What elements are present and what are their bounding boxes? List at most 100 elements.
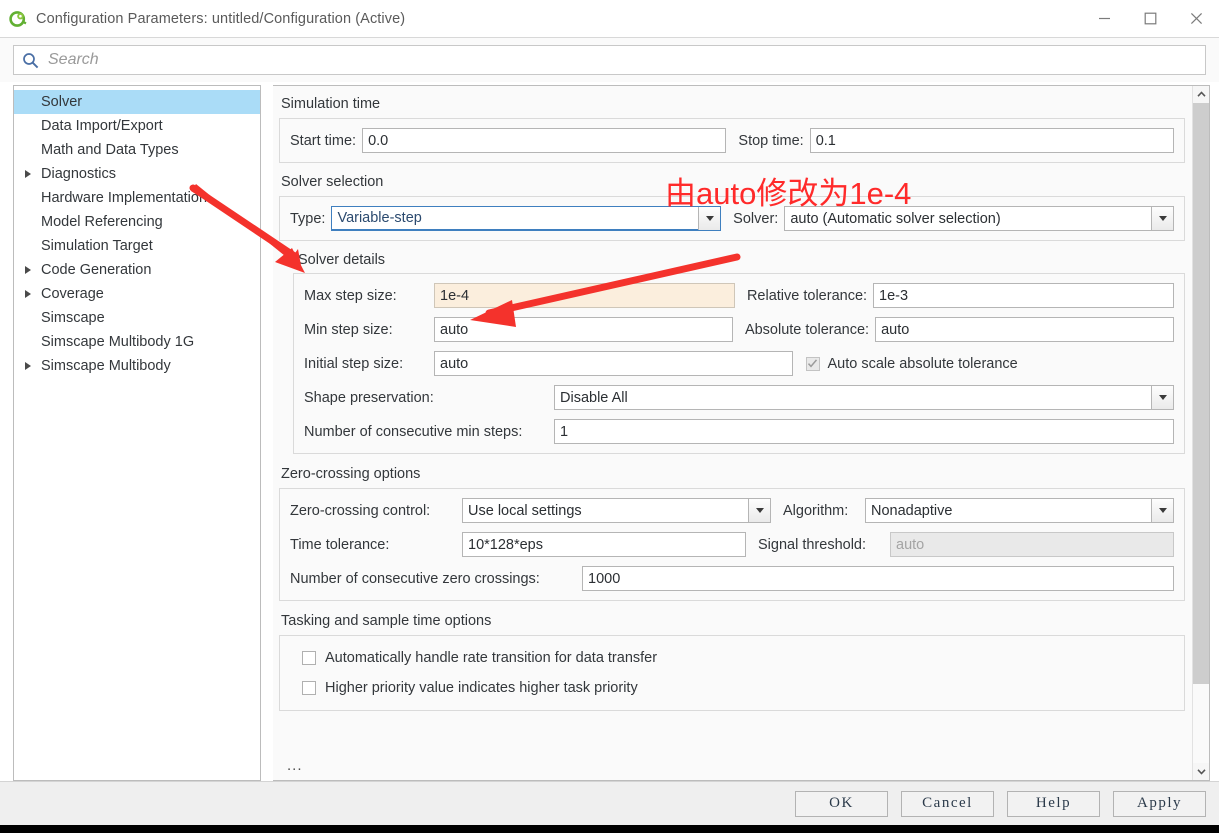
time-tolerance-input[interactable]	[462, 532, 746, 557]
configuration-parameters-window: Configuration Parameters: untitled/Confi…	[0, 0, 1219, 833]
shape-preservation-label: Shape preservation:	[304, 389, 434, 406]
scrollbar-thumb[interactable]	[1193, 103, 1209, 684]
close-icon[interactable]	[1173, 0, 1219, 38]
auto-rate-transition-row: Automatically handle rate transition for…	[290, 650, 1174, 666]
shape-preservation-row: Shape preservation: Disable All	[304, 385, 1174, 410]
absolute-tolerance-input[interactable]	[875, 317, 1175, 342]
ok-button[interactable]: OK	[795, 790, 888, 817]
sidebar-item-simscape[interactable]: Simscape	[14, 306, 260, 330]
consecutive-zero-crossings-row: Number of consecutive zero crossings:	[290, 566, 1174, 591]
consecutive-zero-crossings-label: Number of consecutive zero crossings:	[290, 570, 540, 587]
sidebar-item-simscape-multibody[interactable]: Simscape Multibody	[14, 354, 260, 378]
stop-time-input[interactable]	[809, 128, 1175, 153]
maximize-icon[interactable]	[1127, 0, 1173, 38]
solver-details-toggle[interactable]: Solver details	[281, 252, 1185, 268]
simulink-logo-icon	[9, 10, 27, 28]
expand-arrow-icon[interactable]	[20, 266, 36, 274]
overflow-ellipsis[interactable]: ...	[287, 757, 303, 774]
title-bar: Configuration Parameters: untitled/Confi…	[0, 0, 1219, 38]
solver-selection-group: Type: Variable-step Solver: auto (Automa…	[279, 196, 1185, 241]
window-title: Configuration Parameters: untitled/Confi…	[36, 10, 406, 27]
auto-scale-absolute-tolerance-checkbox[interactable]	[805, 356, 820, 371]
expand-arrow-icon[interactable]	[20, 170, 36, 178]
initial-step-row: Initial step size: Auto scale absolute t…	[304, 351, 1174, 376]
solver-details-group: Max step size: Relative tolerance: Min s…	[293, 273, 1185, 454]
signal-threshold-label: Signal threshold:	[758, 536, 867, 553]
consecutive-min-steps-input[interactable]	[554, 419, 1174, 444]
caret-down-icon	[281, 257, 291, 263]
sidebar-item-label: Coverage	[41, 286, 104, 302]
solver-label: Solver:	[733, 210, 779, 227]
settings-pane-content: Simulation time Start time: Stop time: S…	[273, 86, 1209, 780]
consecutive-zero-crossings-input[interactable]	[582, 566, 1174, 591]
sidebar-item-code-generation[interactable]: Code Generation	[14, 258, 260, 282]
sidebar-item-simulation-target[interactable]: Simulation Target	[14, 234, 260, 258]
sidebar-item-simscape-multibody-1g[interactable]: Simscape Multibody 1G	[14, 330, 260, 354]
chevron-down-icon[interactable]	[1151, 207, 1174, 230]
settings-tree: Solver Data Import/Export Math and Data …	[13, 85, 261, 781]
initial-step-size-label: Initial step size:	[304, 355, 404, 372]
shape-preservation-value: Disable All	[560, 389, 628, 406]
algorithm-dropdown[interactable]: Nonadaptive	[865, 498, 1174, 523]
higher-priority-label: Higher priority value indicates higher t…	[325, 680, 638, 696]
algorithm-label: Algorithm:	[783, 502, 849, 519]
sidebar-item-math-and-data-types[interactable]: Math and Data Types	[14, 138, 260, 162]
sidebar-item-label: Simscape Multibody 1G	[41, 334, 195, 350]
auto-rate-transition-checkbox[interactable]	[302, 651, 316, 665]
zero-crossing-title: Zero-crossing options	[281, 466, 421, 482]
solver-dropdown[interactable]: auto (Automatic solver selection)	[784, 206, 1175, 231]
sidebar-item-diagnostics[interactable]: Diagnostics	[14, 162, 260, 186]
cancel-button[interactable]: Cancel	[901, 790, 994, 817]
sidebar-item-label: Simscape Multibody	[41, 358, 171, 374]
chevron-down-icon[interactable]	[698, 207, 721, 230]
consecutive-min-steps-row: Number of consecutive min steps:	[304, 419, 1174, 444]
auto-rate-transition-label: Automatically handle rate transition for…	[325, 650, 658, 666]
sidebar-item-data-import-export[interactable]: Data Import/Export	[14, 114, 260, 138]
higher-priority-checkbox[interactable]	[302, 681, 316, 695]
chevron-up-icon[interactable]	[1193, 86, 1209, 103]
max-step-size-input[interactable]	[434, 283, 735, 308]
tasking-group: Automatically handle rate transition for…	[279, 635, 1185, 711]
sidebar-item-model-referencing[interactable]: Model Referencing	[14, 210, 260, 234]
solver-selection-title: Solver selection	[281, 174, 384, 190]
shape-preservation-dropdown[interactable]: Disable All	[554, 385, 1174, 410]
bottom-strip	[0, 825, 1219, 833]
zero-crossing-group: Zero-crossing control: Use local setting…	[279, 488, 1185, 601]
sidebar-item-label: Data Import/Export	[41, 118, 163, 134]
type-dropdown[interactable]: Variable-step	[331, 206, 722, 231]
sidebar-item-solver[interactable]: Solver	[14, 90, 260, 114]
zero-crossing-control-label: Zero-crossing control:	[290, 502, 431, 519]
max-step-size-label: Max step size:	[304, 287, 397, 304]
start-time-input[interactable]	[362, 128, 727, 153]
sidebar-item-label: Code Generation	[41, 262, 152, 278]
apply-button[interactable]: Apply	[1113, 790, 1206, 817]
consecutive-min-steps-label: Number of consecutive min steps:	[304, 423, 523, 440]
search-input[interactable]	[42, 51, 1197, 69]
help-button[interactable]: Help	[1007, 790, 1100, 817]
sidebar-item-label: Diagnostics	[41, 166, 116, 182]
time-tolerance-row: Time tolerance: Signal threshold:	[290, 532, 1174, 557]
expand-arrow-icon[interactable]	[20, 362, 36, 370]
sidebar-item-label: Simscape	[41, 310, 105, 326]
minimize-icon[interactable]	[1081, 0, 1127, 38]
search-box[interactable]	[13, 45, 1206, 75]
vertical-scrollbar[interactable]	[1192, 86, 1209, 780]
search-icon	[22, 52, 42, 69]
min-step-row: Min step size: Absolute tolerance:	[304, 317, 1175, 342]
relative-tolerance-input[interactable]	[873, 283, 1174, 308]
expand-arrow-icon[interactable]	[20, 290, 36, 298]
chevron-down-icon[interactable]	[1193, 763, 1209, 780]
sidebar-item-coverage[interactable]: Coverage	[14, 282, 260, 306]
chevron-down-icon[interactable]	[748, 499, 770, 522]
solver-selection-row: Type: Variable-step Solver: auto (Automa…	[290, 206, 1175, 231]
min-step-size-input[interactable]	[434, 317, 733, 342]
sidebar-item-label: Simulation Target	[41, 238, 153, 254]
chevron-down-icon[interactable]	[1151, 386, 1173, 409]
zero-crossing-control-dropdown[interactable]: Use local settings	[462, 498, 771, 523]
initial-step-size-input[interactable]	[434, 351, 793, 376]
sidebar-item-hardware-implementation[interactable]: Hardware Implementation	[14, 186, 260, 210]
scrollbar-track[interactable]	[1193, 103, 1209, 763]
start-time-label: Start time:	[290, 132, 357, 149]
sidebar-item-label: Hardware Implementation	[41, 190, 208, 206]
chevron-down-icon[interactable]	[1151, 499, 1173, 522]
